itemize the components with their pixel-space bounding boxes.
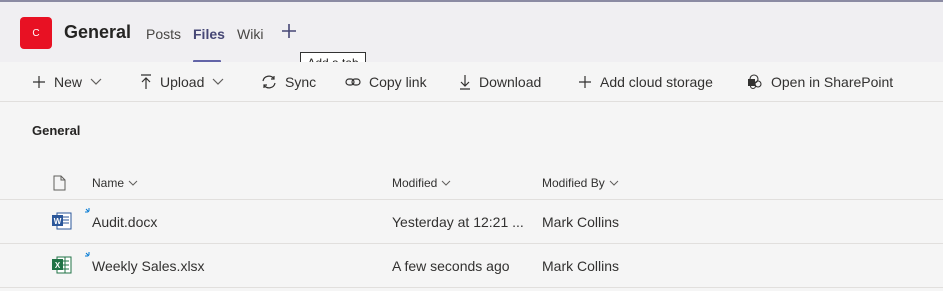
copy-link-label: Copy link <box>369 74 427 90</box>
chevron-down-icon <box>128 180 138 186</box>
upload-icon <box>141 74 151 89</box>
download-icon <box>460 75 470 90</box>
chevron-down-icon <box>212 78 224 85</box>
column-header-modified[interactable]: Modified <box>392 176 451 190</box>
upload-button[interactable]: Upload <box>140 72 224 92</box>
chevron-down-icon <box>609 180 619 186</box>
chevron-down-icon <box>442 180 451 186</box>
copy-link-button[interactable]: Copy link <box>345 72 427 92</box>
column-name-label: Name <box>92 176 125 190</box>
plus-icon <box>33 76 45 88</box>
new-button[interactable]: New <box>32 72 102 92</box>
download-button[interactable]: Download <box>459 72 541 92</box>
add-cloud-storage-button[interactable]: Add cloud storage <box>578 72 713 92</box>
excel-file-icon: X <box>52 256 72 274</box>
sync-button[interactable]: Sync <box>261 72 316 92</box>
sync-label: Sync <box>285 74 317 90</box>
column-modified-by-label: Modified By <box>542 176 605 190</box>
sync-icon <box>262 75 276 89</box>
file-row[interactable]: W Audit.docx Yesterday at 12:21 ... Mark… <box>0 200 943 244</box>
team-avatar[interactable]: C <box>20 17 52 49</box>
tab-wiki[interactable]: Wiki <box>237 26 263 42</box>
open-in-sharepoint-label: Open in SharePoint <box>771 74 894 90</box>
column-header-modified-by[interactable]: Modified By <box>542 176 619 190</box>
channel-title: General <box>64 22 132 42</box>
plus-icon <box>282 24 296 38</box>
download-label: Download <box>479 74 542 90</box>
file-modified: Yesterday at 12:21 ... <box>392 214 524 230</box>
column-modified-label: Modified <box>392 176 438 190</box>
folder-breadcrumb: General <box>32 123 81 138</box>
new-label: New <box>54 74 83 90</box>
file-modified: A few seconds ago <box>392 258 510 274</box>
tab-files[interactable]: Files <box>193 26 225 42</box>
file-list-header: Name Modified Modified By <box>0 166 943 200</box>
file-row[interactable]: X Weekly Sales.xlsx A few seconds ago Ma… <box>0 244 943 288</box>
file-name[interactable]: Audit.docx <box>92 214 157 230</box>
upload-label: Upload <box>160 74 205 90</box>
word-file-icon: W <box>52 212 72 230</box>
plus-icon <box>579 76 591 88</box>
tab-posts[interactable]: Posts <box>146 26 181 42</box>
file-name[interactable]: Weekly Sales.xlsx <box>92 258 205 274</box>
open-in-sharepoint-button[interactable]: Open in SharePoint <box>747 72 893 92</box>
channel-header: C General Posts Files Wiki <box>0 0 943 63</box>
column-header-name[interactable]: Name <box>92 176 138 190</box>
sharepoint-icon <box>748 74 762 90</box>
file-type-icon[interactable] <box>53 175 66 191</box>
link-icon <box>345 78 361 86</box>
file-modified-by: Mark Collins <box>542 214 620 230</box>
add-cloud-storage-label: Add cloud storage <box>600 74 713 90</box>
command-bar: New Upload Sync Copy link Download Add c… <box>0 62 943 102</box>
add-tab-button[interactable] <box>279 20 299 42</box>
svg-text:W: W <box>54 217 62 226</box>
file-modified-by: Mark Collins <box>542 258 620 274</box>
svg-text:X: X <box>55 261 61 270</box>
chevron-down-icon <box>90 78 102 85</box>
